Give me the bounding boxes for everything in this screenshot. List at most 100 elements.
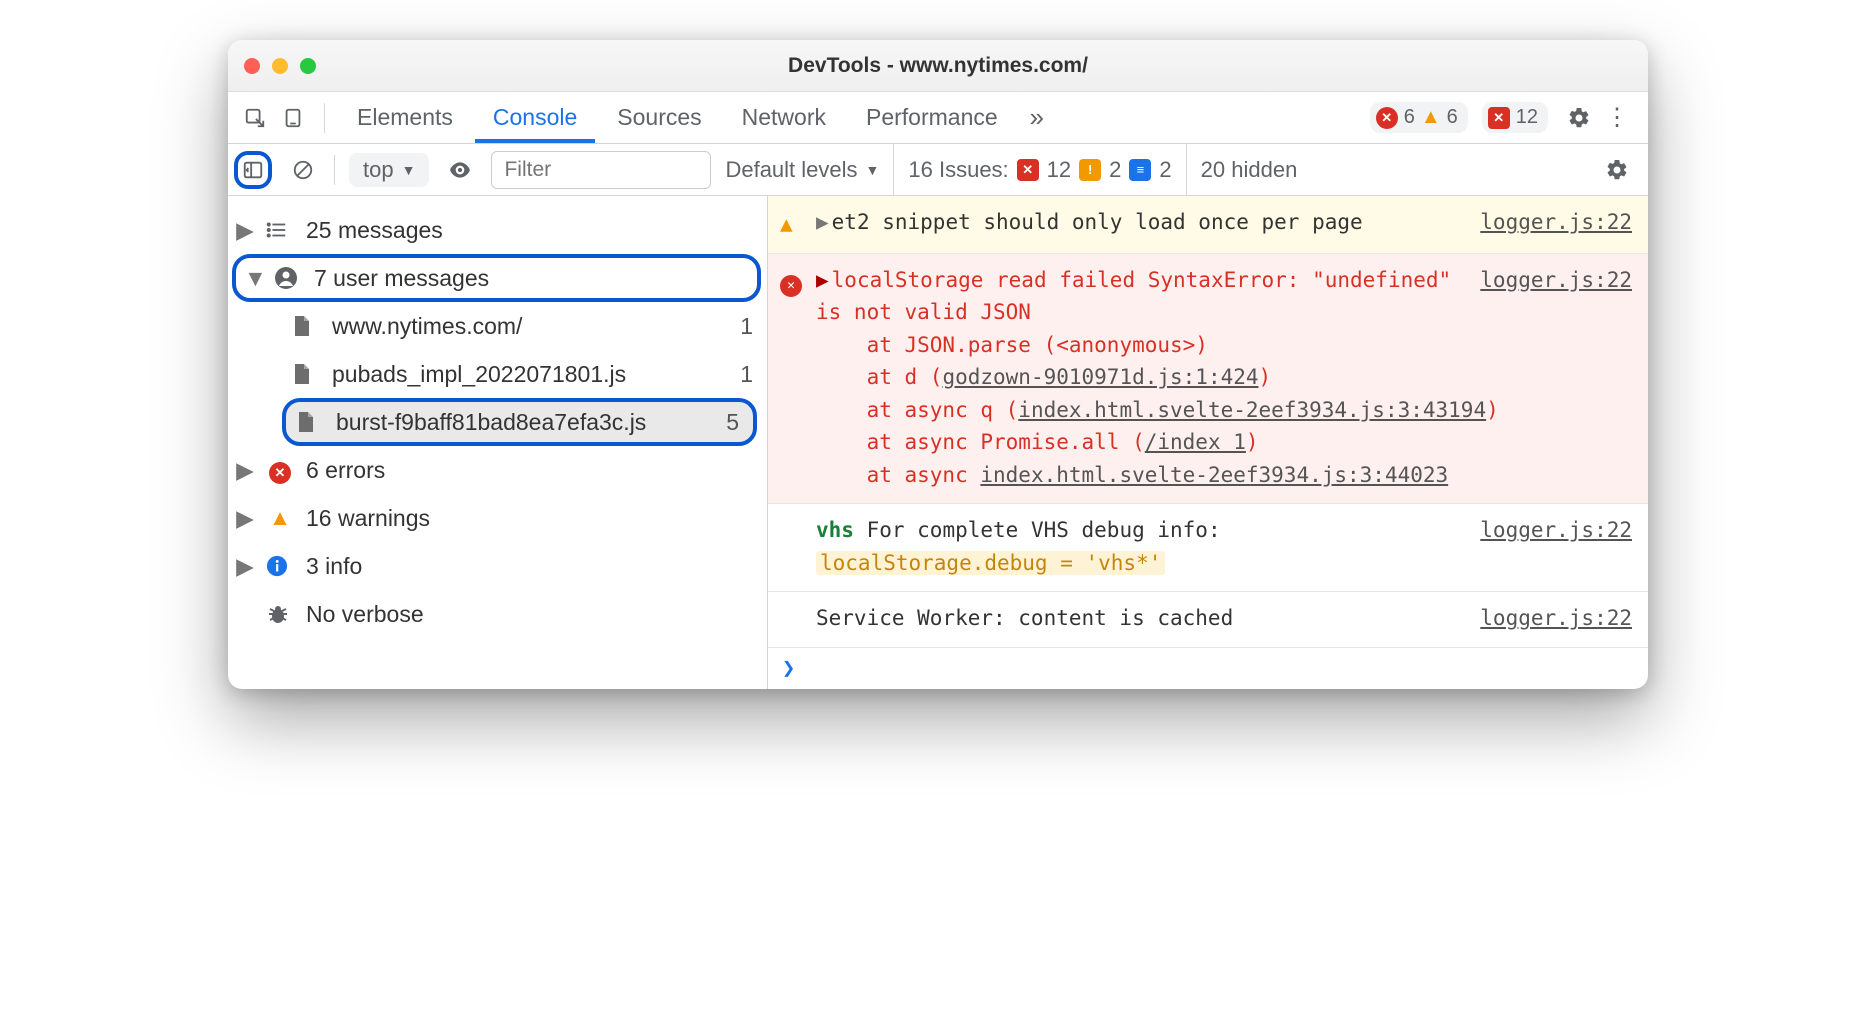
hidden-count[interactable]: 20 hidden — [1201, 157, 1298, 183]
sidebar-label: 7 user messages — [314, 265, 489, 292]
status-pill-errors-warnings[interactable]: ✕ 6 ▲ 6 — [1370, 102, 1468, 133]
console-message-warning[interactable]: ▲ logger.js:22 ▶et2 snippet should only … — [768, 196, 1648, 254]
sidebar-user-messages[interactable]: ▼ 7 user messages — [232, 254, 761, 302]
file-count: 1 — [740, 313, 753, 340]
issues-warning-icon: ! — [1079, 159, 1101, 181]
warning-icon: ▲ — [780, 206, 806, 241]
log-prefix: vhs — [816, 518, 854, 542]
sidebar-file-item[interactable]: pubads_impl_2022071801.js 1 — [228, 350, 767, 398]
extension-error-count: 12 — [1516, 106, 1538, 129]
tab-performance[interactable]: Performance — [848, 92, 1016, 143]
tab-sources[interactable]: Sources — [599, 92, 719, 143]
stack-line: at async — [867, 463, 981, 487]
filter-input[interactable] — [491, 151, 711, 189]
user-icon — [274, 266, 302, 290]
list-icon — [266, 219, 294, 241]
status-badges: ✕ 6 ▲ 6 ✕ 12 — [1370, 102, 1548, 133]
file-count: 1 — [740, 361, 753, 388]
source-link[interactable]: logger.js:22 — [1480, 264, 1632, 297]
stack-link[interactable]: /index 1 — [1145, 430, 1246, 454]
close-icon[interactable] — [244, 58, 260, 74]
warning-icon: ▲ — [266, 505, 294, 531]
caret-right-icon: ▶ — [236, 217, 254, 244]
source-link[interactable]: logger.js:22 — [1480, 514, 1632, 547]
issues-summary[interactable]: 16 Issues: ✕ 12 ! 2 ≡ 2 — [893, 144, 1186, 195]
message-text: Service Worker: content is cached — [816, 606, 1233, 630]
file-icon — [292, 314, 320, 338]
issues-label: 16 Issues: — [908, 157, 1008, 183]
status-pill-extension-errors[interactable]: ✕ 12 — [1482, 102, 1548, 133]
caret-down-icon: ▼ — [244, 265, 262, 292]
divider — [334, 155, 335, 185]
more-tabs-icon[interactable]: » — [1020, 101, 1054, 135]
sidebar-file-item-selected[interactable]: burst-f9baff81bad8ea7efa3c.js 5 — [282, 398, 757, 446]
expand-icon[interactable]: ▶ — [816, 268, 829, 292]
console-message-error[interactable]: ✕ logger.js:22 ▶localStorage read failed… — [768, 254, 1648, 505]
live-expression-icon[interactable] — [443, 153, 477, 187]
console-settings-icon[interactable] — [1600, 153, 1634, 187]
issues-error-count: 12 — [1047, 157, 1071, 183]
console-message-log[interactable]: logger.js:22 vhs For complete VHS debug … — [768, 504, 1648, 592]
error-icon: ✕ — [780, 264, 806, 492]
divider — [324, 103, 325, 133]
source-link[interactable]: logger.js:22 — [1480, 602, 1632, 635]
console-messages: ▲ logger.js:22 ▶et2 snippet should only … — [768, 196, 1648, 689]
console-prompt[interactable]: ❯ — [768, 648, 1648, 689]
console-sidebar-toggle[interactable] — [234, 151, 272, 189]
titlebar: DevTools - www.nytimes.com/ — [228, 40, 1648, 92]
minimize-icon[interactable] — [272, 58, 288, 74]
inspect-icon[interactable] — [238, 101, 272, 135]
expand-icon[interactable]: ▶ — [816, 210, 829, 234]
clear-console-icon[interactable] — [286, 153, 320, 187]
sidebar-info[interactable]: ▶ 3 info — [228, 542, 767, 590]
log-levels-selector[interactable]: Default levels ▼ — [725, 157, 879, 183]
chevron-down-icon: ▼ — [402, 162, 416, 178]
file-count: 5 — [726, 409, 739, 436]
zoom-icon[interactable] — [300, 58, 316, 74]
sidebar-file-highlight: burst-f9baff81bad8ea7efa3c.js 5 — [282, 398, 757, 446]
console-toolbar: top ▼ Default levels ▼ 16 Issues: ✕ 12 ! 2… — [228, 144, 1648, 196]
sidebar-user-messages-highlight: ▼ 7 user messages — [232, 254, 761, 302]
source-link[interactable]: logger.js:22 — [1480, 206, 1632, 239]
error-badge-icon: ✕ — [1376, 107, 1398, 129]
sidebar-verbose[interactable]: No verbose — [228, 590, 767, 638]
issues-info-count: 2 — [1159, 157, 1171, 183]
window-controls — [244, 58, 316, 74]
main-tabs: Elements Console Sources Network Perform… — [228, 92, 1648, 144]
issues-info-icon: ≡ — [1129, 159, 1151, 181]
message-text: et2 snippet should only load once per pa… — [832, 210, 1363, 234]
error-icon: ✕ — [266, 456, 294, 484]
tab-console[interactable]: Console — [475, 92, 595, 143]
issues-error-icon: ✕ — [1017, 159, 1039, 181]
code-snippet: localStorage.debug = 'vhs*' — [816, 551, 1165, 575]
gutter — [780, 602, 806, 635]
sidebar-warnings[interactable]: ▶ ▲ 16 warnings — [228, 494, 767, 542]
extension-error-icon: ✕ — [1488, 107, 1510, 129]
stack-link[interactable]: index.html.svelte-2eef3934.js:3:43194 — [1018, 398, 1486, 422]
console-message-log[interactable]: logger.js:22 Service Worker: content is … — [768, 592, 1648, 648]
file-icon — [296, 410, 324, 434]
warning-icon: ▲ — [1421, 106, 1441, 129]
sidebar-label: 25 messages — [306, 217, 443, 244]
settings-icon[interactable] — [1562, 101, 1596, 135]
stack-line: at async Promise.all ( — [867, 430, 1145, 454]
kebab-menu-icon[interactable]: ⋮ — [1600, 101, 1634, 135]
caret-right-icon: ▶ — [236, 457, 254, 484]
tab-elements[interactable]: Elements — [339, 92, 471, 143]
warning-count: 6 — [1447, 106, 1458, 129]
tab-network[interactable]: Network — [724, 92, 844, 143]
sidebar-messages[interactable]: ▶ 25 messages — [228, 206, 767, 254]
sidebar-errors[interactable]: ▶ ✕ 6 errors — [228, 446, 767, 494]
stack-link[interactable]: index.html.svelte-2eef3934.js:3:44023 — [980, 463, 1448, 487]
message-text: localStorage read failed SyntaxError: "u… — [816, 268, 1451, 325]
sidebar-label: No verbose — [306, 601, 424, 628]
execution-context-selector[interactable]: top ▼ — [349, 153, 429, 187]
stack-line: at JSON.parse (<anonymous>) — [867, 333, 1208, 357]
stack-link[interactable]: godzown-9010971d.js:1:424 — [942, 365, 1258, 389]
sidebar-file-item[interactable]: www.nytimes.com/ 1 — [228, 302, 767, 350]
sidebar-label: 16 warnings — [306, 505, 430, 532]
chevron-down-icon: ▼ — [866, 162, 880, 178]
issues-warning-count: 2 — [1109, 157, 1121, 183]
device-toggle-icon[interactable] — [276, 101, 310, 135]
info-icon — [266, 555, 294, 577]
